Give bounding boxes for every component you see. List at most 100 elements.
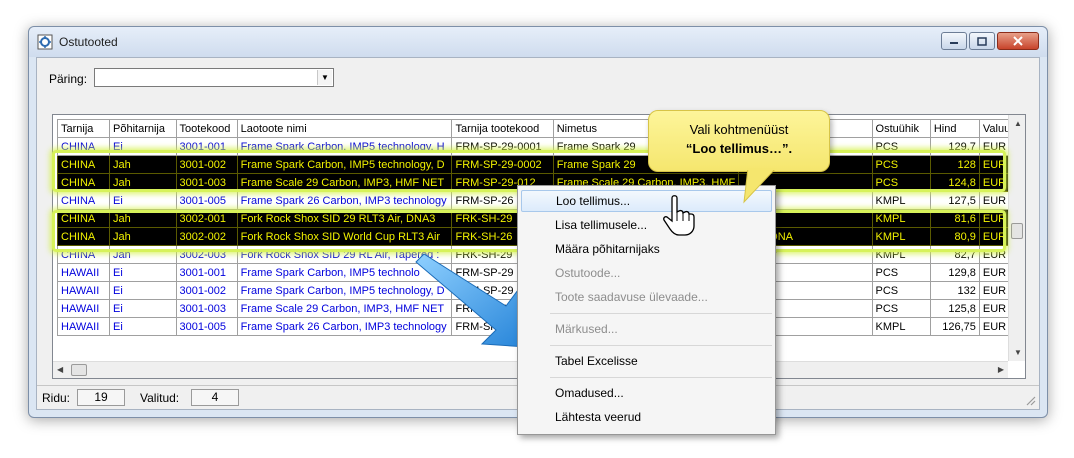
- table-cell: HAWAII: [56, 281, 111, 300]
- vertical-scroll-thumb[interactable]: [1011, 223, 1023, 239]
- selected-count: 4: [191, 389, 239, 406]
- table-cell: KMPL: [871, 191, 931, 210]
- hand-cursor-icon: [663, 195, 695, 236]
- rows-label: Ridu:: [42, 391, 71, 405]
- scroll-down-icon[interactable]: ▼: [1014, 348, 1022, 357]
- table-cell: 3002-003: [175, 245, 238, 264]
- table-cell: Jah: [109, 227, 177, 246]
- table-cell: CHINA: [56, 191, 111, 210]
- table-cell: Jah: [109, 173, 177, 192]
- vertical-scrollbar[interactable]: ▲ ▼: [1008, 115, 1025, 361]
- column-header[interactable]: Tarnija: [56, 119, 111, 138]
- table-cell: 126,75: [929, 317, 980, 336]
- table-cell: 81,6: [929, 209, 980, 228]
- table-cell: Fork Rock Shox SID World Cup RLT3 Air: [236, 227, 453, 246]
- table-cell: Ei: [109, 299, 177, 318]
- app-icon: [37, 34, 53, 50]
- callout-pointer: [743, 168, 777, 204]
- context-menu: Loo tellimus... Lisa tellimusele... Määr…: [517, 185, 776, 435]
- table-cell: KMPL: [871, 317, 931, 336]
- table-cell: HAWAII: [56, 317, 111, 336]
- table-cell: FRM-SP-29-0001: [451, 137, 554, 156]
- column-header[interactable]: Põhitarnija: [109, 119, 177, 138]
- menu-item-set-main-supplier[interactable]: Määra põhitarnijaks: [521, 238, 772, 260]
- horizontal-scroll-thumb[interactable]: [71, 364, 87, 376]
- title-bar[interactable]: Ostutooted: [29, 27, 1047, 57]
- resize-grip-icon[interactable]: [1024, 394, 1036, 406]
- column-header[interactable]: Tootekood: [175, 119, 238, 138]
- close-button[interactable]: [997, 32, 1039, 50]
- table-cell: Frame Spark 26 Carbon, IMP3 technology: [236, 191, 453, 210]
- table-cell: 82,7: [929, 245, 980, 264]
- table-cell: Frame Spark Carbon, IMP5 technology, D: [236, 155, 453, 174]
- instruction-callout: Vali kohtmenüüst “Loo tellimus…”.: [648, 110, 830, 172]
- table-cell: Frame Scale 29 Carbon, IMP3, HMF NET: [236, 173, 453, 192]
- maximize-icon: [977, 36, 987, 46]
- table-cell: Jah: [109, 209, 177, 228]
- menu-item-availability-overview: Toote saadavuse ülevaade...: [555, 290, 708, 304]
- window-title: Ostutooted: [59, 35, 118, 49]
- table-cell: Fork Rock Shox SID 29 RLT3 Air, DNA3: [236, 209, 453, 228]
- table-cell: 3002-001: [175, 209, 238, 228]
- table-cell: 3001-005: [175, 317, 238, 336]
- table-cell: 124,8: [929, 173, 980, 192]
- menu-item-add-to-order[interactable]: Lisa tellimusele...: [521, 214, 772, 236]
- table-cell: KMPL: [871, 245, 931, 264]
- table-cell: PCS: [871, 299, 931, 318]
- close-icon: [1013, 36, 1023, 46]
- table-cell: 3001-001: [175, 137, 238, 156]
- menu-separator: [550, 377, 772, 378]
- table-cell: PCS: [871, 137, 931, 156]
- scroll-left-icon[interactable]: ◀: [57, 365, 63, 374]
- table-cell: CHINA: [56, 245, 111, 264]
- scroll-up-icon[interactable]: ▲: [1014, 119, 1022, 128]
- table-cell: KMPL: [871, 209, 931, 228]
- table-cell: 3001-005: [175, 191, 238, 210]
- column-header[interactable]: Laotoote nimi: [236, 119, 453, 138]
- table-cell: CHINA: [56, 209, 111, 228]
- table-cell: 3001-003: [175, 299, 238, 318]
- table-cell: 129,7: [929, 137, 980, 156]
- callout-line-2: “Loo tellimus…”.: [685, 141, 793, 156]
- scroll-right-icon[interactable]: ▶: [998, 365, 1004, 374]
- column-header[interactable]: Tarnija tootekood: [451, 119, 554, 138]
- table-cell: 3001-002: [175, 155, 238, 174]
- table-cell: 3001-002: [175, 281, 238, 300]
- menu-item-export-excel[interactable]: Tabel Excelisse: [521, 350, 772, 372]
- query-label: Päring:: [49, 72, 88, 86]
- table-cell: Jah: [109, 245, 177, 264]
- table-cell: Ei: [109, 317, 177, 336]
- menu-separator: [550, 313, 772, 314]
- table-cell: PCS: [871, 281, 931, 300]
- rows-count: 19: [77, 389, 125, 406]
- table-cell: Ei: [109, 281, 177, 300]
- table-cell: Jah: [109, 155, 177, 174]
- column-header[interactable]: Hind: [929, 119, 980, 138]
- table-row-selected[interactable]: CHINA Jah 3001-002 Frame Spark Carbon, IMP5…: [56, 155, 1025, 174]
- minimize-button[interactable]: [941, 32, 967, 50]
- chevron-down-icon[interactable]: ▼: [317, 70, 332, 85]
- table-cell: CHINA: [56, 137, 111, 156]
- table-cell: PCS: [871, 263, 931, 282]
- table-cell: Ei: [109, 263, 177, 282]
- table-cell: 132: [929, 281, 980, 300]
- table-cell: Ei: [109, 137, 177, 156]
- menu-item-reset-columns[interactable]: Lähtesta veerud: [521, 406, 772, 428]
- table-cell: 3001-001: [175, 263, 238, 282]
- table-cell: KMPL: [871, 227, 931, 246]
- menu-item-properties[interactable]: Omadused...: [521, 382, 772, 404]
- table-cell: HAWAII: [56, 263, 111, 282]
- maximize-button[interactable]: [969, 32, 995, 50]
- table-row[interactable]: CHINA Ei 3001-001 Frame Spark Carbon, IMP5 …: [56, 137, 1025, 156]
- table-cell: PCS: [871, 155, 931, 174]
- menu-item-create-order[interactable]: Loo tellimus...: [521, 190, 772, 212]
- menu-item-purchase-product: Ostutoode...: [555, 266, 621, 280]
- callout-line-1: Vali kohtmenüüst: [689, 122, 789, 137]
- table-cell: HAWAII: [56, 299, 111, 318]
- query-dropdown[interactable]: ▼: [94, 68, 334, 87]
- table-cell: 127,5: [929, 191, 980, 210]
- table-cell: CHINA: [56, 173, 111, 192]
- column-header[interactable]: Ostuühik: [871, 119, 931, 138]
- menu-separator: [550, 345, 772, 346]
- table-cell: 129,8: [929, 263, 980, 282]
